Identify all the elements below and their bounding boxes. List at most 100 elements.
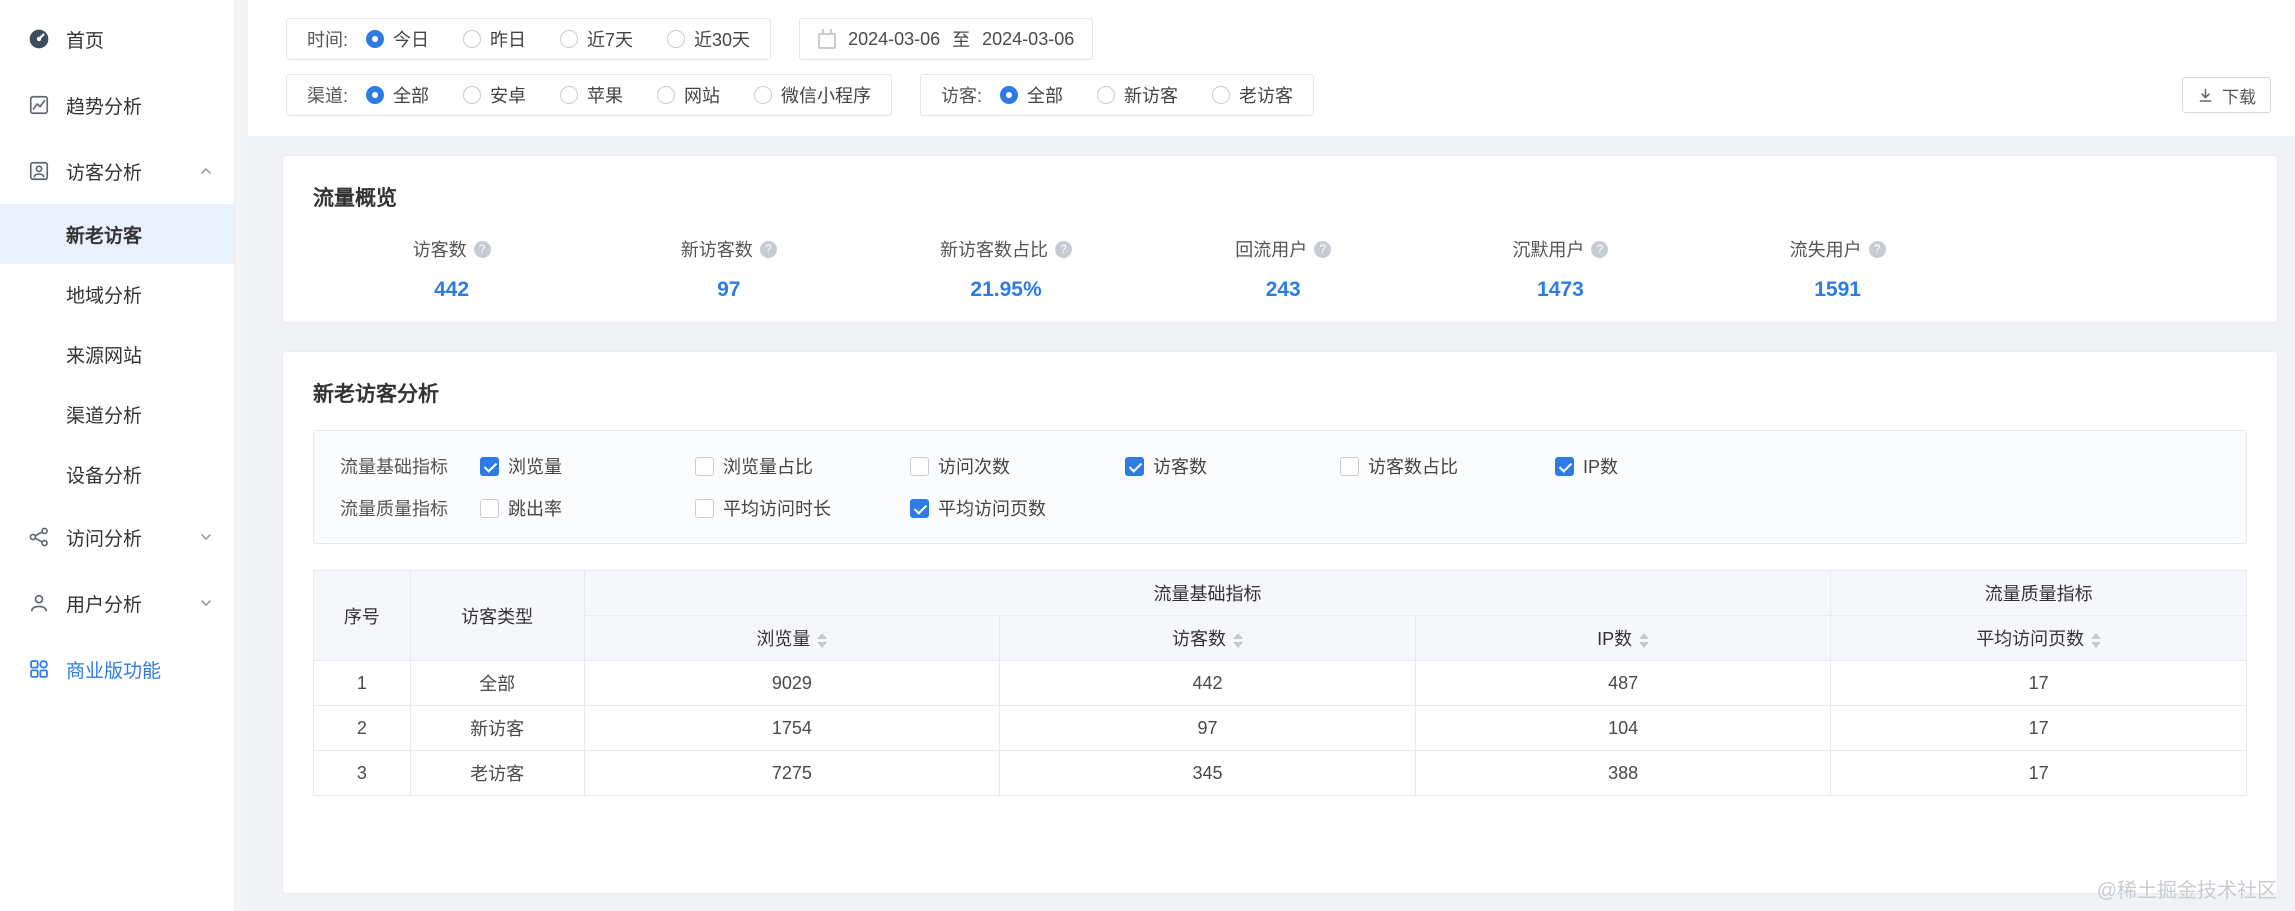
sidebar-item-device-analysis[interactable]: 设备分析 [0, 444, 234, 504]
sort-icon[interactable] [1233, 632, 1243, 648]
sidebar-item-label: 访客分析 [66, 162, 143, 184]
radio-icon [754, 86, 773, 104]
date-separator: 至 [952, 30, 971, 50]
checkbox-label: 访客数 [1153, 457, 1207, 477]
radio-icon [560, 30, 579, 48]
checkbox-label: 浏览量占比 [723, 457, 813, 477]
sort-icon[interactable] [817, 632, 828, 648]
help-icon[interactable]: ? [1055, 240, 1072, 258]
sidebar-item-business-features[interactable]: 商业版功能 [0, 636, 234, 702]
cell-visitor-type: 新访客 [409, 705, 585, 751]
radio-time-yesterday[interactable]: 昨日 [463, 26, 526, 52]
radio-visitor-returning[interactable]: 老访客 [1212, 82, 1293, 108]
cell-visitor-type: 全部 [409, 660, 585, 706]
radio-label: 近7天 [587, 30, 634, 50]
checkbox-icon [480, 498, 499, 518]
new-old-visitor-analysis-card: 新老访客分析 流量基础指标 浏览量 浏览量占比 访问次数 访客数 访客数占比 I… [282, 351, 2278, 894]
help-icon[interactable]: ? [473, 240, 491, 258]
cell-avg-pages: 17 [1830, 750, 2247, 796]
overview-metrics: 访客数? 442 新访客数? 97 新访客数占比? 21.95% 回流用户? 2… [313, 236, 1976, 302]
download-button[interactable]: 下载 [2182, 77, 2271, 113]
help-icon[interactable]: ? [1314, 240, 1332, 258]
sidebar-item-trend-analysis[interactable]: 趋势分析 [0, 72, 234, 138]
visit-analysis-icon [28, 526, 50, 548]
download-label: 下载 [2222, 87, 2256, 107]
checkbox-checked-icon [1125, 456, 1144, 476]
visitor-filter-group: 访客: 全部 新访客 老访客 [920, 74, 1315, 116]
help-icon[interactable]: ? [1591, 240, 1609, 258]
radio-label: 近30天 [694, 30, 751, 50]
sort-icon[interactable] [1639, 632, 1650, 648]
checkbox-icon [1340, 456, 1359, 476]
radio-time-last7days[interactable]: 近7天 [560, 26, 633, 52]
metric-value: 243 [1265, 278, 1301, 301]
radio-visitor-new[interactable]: 新访客 [1097, 82, 1178, 108]
sidebar-item-visitor-analysis[interactable]: 访客分析 [0, 138, 234, 204]
download-icon [2197, 87, 2214, 104]
metric-silent-users: 沉默用户? 1473 [1422, 236, 1699, 302]
sidebar-item-new-old-visitors[interactable]: 新老访客 [0, 204, 234, 264]
content-area: 流量概览 访客数? 442 新访客数? 97 新访客数占比? 21.95% 回流… [248, 136, 2295, 911]
checkbox-visitor-ratio[interactable]: 访客数占比 [1340, 453, 1555, 479]
cell-visitor-type: 老访客 [409, 750, 585, 796]
metric-value: 21.95% [970, 278, 1042, 301]
metric-new-visitors: 新访客数? 97 [590, 236, 867, 302]
quality-metrics-row: 流量质量指标 跳出率 平均访问时长 平均访问页数 [340, 487, 2220, 529]
sidebar-item-region-analysis[interactable]: 地域分析 [0, 264, 234, 324]
date-end: 2024-03-06 [982, 28, 1075, 49]
radio-label: 微信小程序 [781, 86, 872, 106]
sidebar-scrollbar-track[interactable] [234, 0, 248, 911]
radio-visitor-all[interactable]: 全部 [1000, 82, 1063, 108]
radio-channel-all[interactable]: 全部 [366, 82, 429, 108]
visitor-analysis-icon [28, 160, 50, 182]
help-icon[interactable]: ? [1868, 240, 1886, 258]
overview-card-title: 流量概览 [313, 187, 397, 210]
radio-icon [560, 86, 579, 104]
checkbox-checked-icon [1555, 456, 1574, 476]
sidebar-item-label: 用户分析 [66, 594, 143, 616]
col-header-avg-pages[interactable]: 平均访问页数 [1830, 615, 2247, 661]
metric-label: 流失用户 [1789, 240, 1862, 260]
checkbox-pageview-ratio[interactable]: 浏览量占比 [695, 453, 910, 479]
checkbox-visits[interactable]: 访问次数 [910, 453, 1125, 479]
chevron-down-icon [198, 595, 214, 611]
checkbox-label: 平均访问页数 [938, 499, 1046, 519]
sidebar-item-home[interactable]: 首页 [0, 6, 234, 72]
checkbox-pageviews[interactable]: 浏览量 [480, 453, 695, 479]
radio-channel-ios[interactable]: 苹果 [560, 82, 623, 108]
radio-time-today[interactable]: 今日 [366, 26, 429, 52]
sidebar-item-channel-analysis[interactable]: 渠道分析 [0, 384, 234, 444]
radio-channel-website[interactable]: 网站 [657, 82, 720, 108]
checkbox-label: 浏览量 [508, 457, 562, 477]
checkbox-bounce-rate[interactable]: 跳出率 [480, 495, 695, 521]
metric-value: 442 [434, 278, 470, 301]
checkbox-checked-icon [480, 456, 499, 476]
table-row: 1 全部 9029 442 487 17 [313, 660, 2247, 706]
cell-pageviews: 9029 [583, 660, 1001, 706]
sidebar-item-source-website[interactable]: 来源网站 [0, 324, 234, 384]
radio-channel-android[interactable]: 安卓 [463, 82, 526, 108]
sidebar-item-user-analysis[interactable]: 用户分析 [0, 570, 234, 636]
date-range-picker[interactable]: 2024-03-06 至 2024-03-06 [799, 18, 1094, 60]
sort-icon[interactable] [2091, 632, 2102, 648]
col-header-pageviews[interactable]: 浏览量 [583, 615, 1001, 661]
traffic-overview-card: 流量概览 访客数? 442 新访客数? 97 新访客数占比? 21.95% 回流… [282, 155, 2278, 323]
sidebar: 首页 趋势分析 访客分析 新老访客 地域分析 来源网站 渠道分析 设备分析 访问… [0, 0, 234, 911]
checkbox-avg-pages-per-visit[interactable]: 平均访问页数 [910, 495, 1125, 521]
radio-channel-wechat-miniprogram[interactable]: 微信小程序 [754, 82, 871, 108]
radio-selected-icon [366, 86, 385, 104]
sidebar-item-label: 商业版功能 [66, 660, 162, 682]
radio-time-last30days[interactable]: 近30天 [667, 26, 750, 52]
checkbox-visitors[interactable]: 访客数 [1125, 453, 1340, 479]
home-icon [28, 28, 50, 50]
sidebar-subitem-label: 设备分析 [66, 465, 143, 487]
col-header-visitors[interactable]: 访客数 [999, 615, 1416, 661]
help-icon[interactable]: ? [759, 240, 777, 258]
checkbox-avg-visit-duration[interactable]: 平均访问时长 [695, 495, 910, 521]
checkbox-ip-count[interactable]: IP数 [1555, 453, 1770, 479]
basic-metrics-label: 流量基础指标 [340, 457, 448, 477]
col-header-ip-count[interactable]: IP数 [1414, 615, 1832, 661]
filter-row-channel: 渠道: 全部 安卓 苹果 网站 微信小程序 访客: 全部 新访客 老访客 下载 [286, 74, 2271, 116]
col-header-seq: 序号 [313, 570, 411, 661]
sidebar-item-visit-analysis[interactable]: 访问分析 [0, 504, 234, 570]
